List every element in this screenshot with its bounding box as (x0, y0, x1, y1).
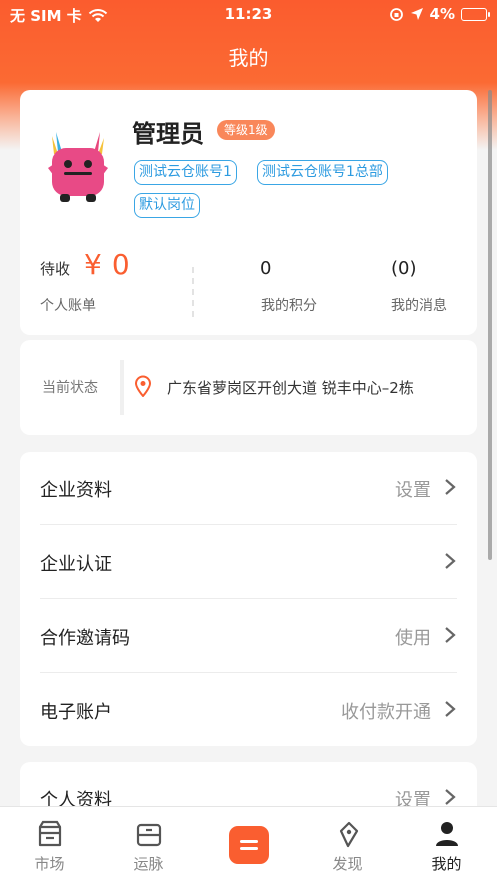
menu-item-value: 设置 (395, 480, 431, 501)
location-pin-icon (134, 375, 152, 397)
messages-value[interactable]: (0) (391, 258, 417, 279)
menu-item-company-verification[interactable]: 企业认证 (40, 526, 457, 599)
battery-icon (461, 7, 490, 21)
current-address: 广东省萝岗区开创大道 锐丰中心–2栋 (167, 379, 414, 397)
location-card[interactable]: 当前状态 广东省萝岗区开创大道 锐丰中心–2栋 (20, 340, 477, 435)
menu-item-e-account[interactable]: 电子账户 收付款开通 (40, 674, 457, 747)
menu-item-value: 使用 (395, 628, 431, 649)
account-tag: 测试云仓账号1 (134, 160, 237, 185)
tab-label: 发现 (332, 855, 363, 873)
pending-amount[interactable]: 待收 ¥ 0 (40, 248, 130, 281)
pending-value: 0 (111, 248, 130, 281)
tab-discover[interactable]: 发现 (298, 807, 397, 883)
messages-label[interactable]: 我的消息 (391, 295, 447, 315)
contacts-icon (136, 823, 162, 847)
current-status-label: 当前状态 (42, 380, 98, 396)
scrollbar[interactable] (488, 90, 492, 560)
user-name: 管理员 (132, 120, 204, 148)
pending-label: 待收 (40, 260, 71, 278)
chevron-right-icon (445, 627, 456, 643)
menu-item-label: 企业认证 (40, 554, 112, 575)
discover-icon (339, 821, 359, 848)
menu-item-label: 企业资料 (40, 480, 112, 501)
stats-divider (192, 267, 194, 317)
personal-bill-link[interactable]: 个人账单 (40, 295, 96, 315)
tab-bar: 市场 运脉 发现 我的 (0, 806, 497, 883)
points-label[interactable]: 我的积分 (261, 295, 317, 315)
page-title: 我的 (228, 46, 269, 70)
status-bar: 无 SIM 卡 11:23 4% (0, 0, 497, 30)
settings-menu: 企业资料 设置 企业认证 合作邀请码 使用 电子账户 收付款开通 (20, 452, 477, 746)
orientation-lock-icon (389, 7, 403, 21)
tab-label: 我的 (431, 855, 462, 873)
battery-percent: 4% (429, 5, 455, 23)
location-divider (120, 360, 124, 415)
avatar[interactable] (42, 128, 114, 204)
position-tag: 默认岗位 (134, 193, 200, 218)
tab-label: 市场 (34, 855, 65, 873)
menu-item-company-profile[interactable]: 企业资料 设置 (40, 452, 457, 525)
tab-label: 运脉 (133, 855, 164, 873)
menu-item-label: 合作邀请码 (40, 628, 130, 649)
tab-market[interactable]: 市场 (0, 807, 99, 883)
points-value[interactable]: 0 (260, 258, 271, 279)
profile-icon (436, 822, 458, 846)
level-badge: 等级1级 (217, 120, 275, 140)
menu-item-invite-code[interactable]: 合作邀请码 使用 (40, 600, 457, 673)
chevron-right-icon (445, 701, 456, 717)
menu-item-label: 电子账户 (40, 702, 112, 723)
chevron-right-icon (445, 789, 456, 805)
chevron-right-icon (445, 553, 456, 569)
headquarters-tag: 测试云仓账号1总部 (257, 160, 388, 185)
quick-menu-button[interactable] (229, 826, 269, 864)
profile-card: 管理员 等级1级 测试云仓账号1 测试云仓账号1总部 默认岗位 待收 ¥ 0 个… (20, 90, 477, 335)
tab-contacts[interactable]: 运脉 (99, 807, 198, 883)
chevron-right-icon (445, 479, 456, 495)
market-icon (38, 820, 62, 847)
location-arrow-icon (410, 8, 423, 20)
currency-symbol: ¥ (84, 248, 102, 281)
menu-item-value: 收付款开通 (341, 702, 431, 723)
tab-profile[interactable]: 我的 (397, 807, 496, 883)
